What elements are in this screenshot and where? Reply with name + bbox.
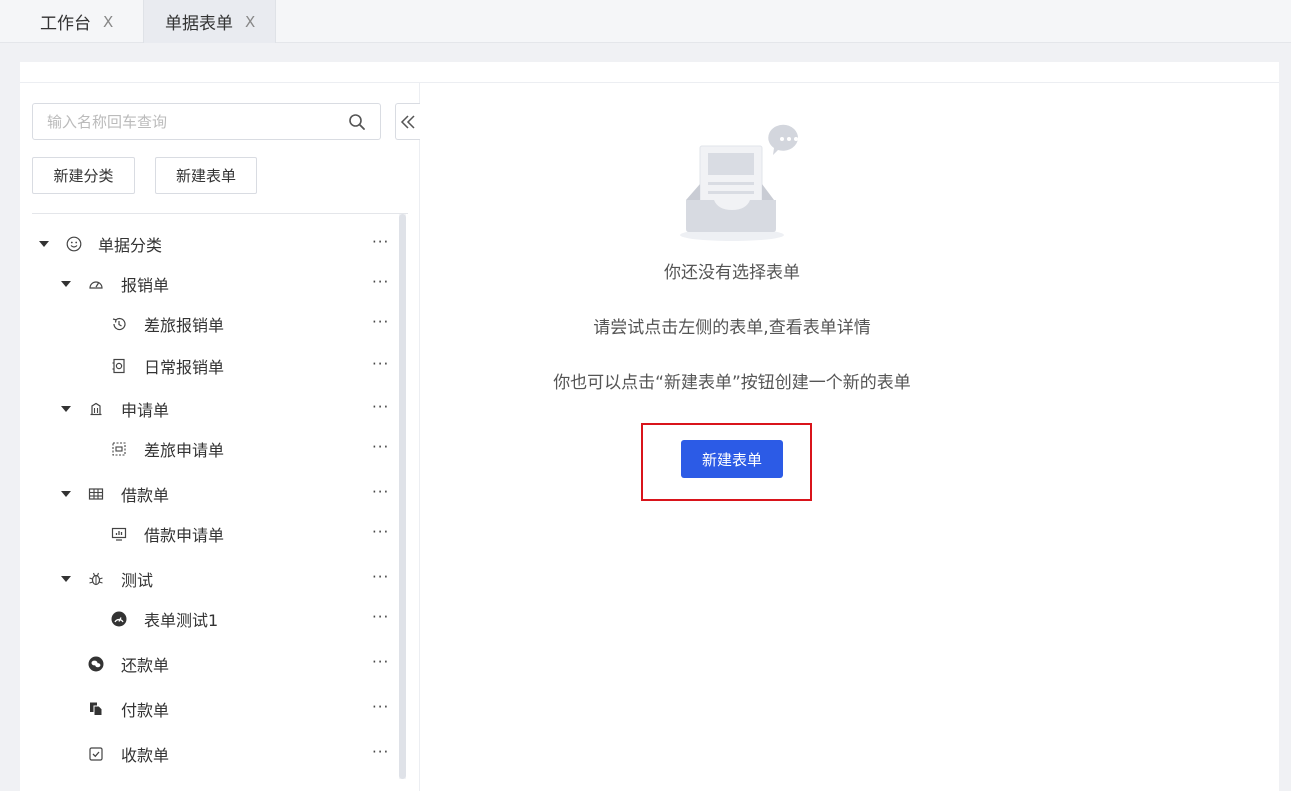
tab-label: 单据表单	[165, 14, 233, 34]
collapse-sidebar-button[interactable]	[395, 103, 420, 140]
tree-node-document-category[interactable]: 单据分类 ···	[32, 224, 396, 264]
tree-node-loan-application[interactable]: 借款申请单 ···	[32, 514, 396, 554]
tree-node-daily-reimbursement[interactable]: 日常报销单 ···	[32, 346, 396, 386]
create-form-button[interactable]: 新建表单	[681, 440, 783, 478]
bug-icon	[87, 570, 105, 588]
more-icon[interactable]: ···	[372, 654, 389, 670]
scrollbar-thumb[interactable]	[399, 214, 406, 779]
empty-title: 你还没有选择表单	[664, 263, 800, 283]
more-icon[interactable]: ···	[372, 484, 389, 500]
empty-state: 你还没有选择表单 请尝试点击左侧的表单,查看表单详情 你也可以点击“新建表单”按…	[420, 83, 1279, 791]
monitor-chart-icon	[110, 525, 128, 543]
close-icon[interactable]: X	[103, 13, 113, 31]
tree-node-label: 借款申请单	[144, 526, 225, 545]
tree-node-label: 报销单	[121, 276, 170, 295]
panel-header	[20, 62, 1279, 83]
tree-node-application[interactable]: 申请单 ···	[32, 389, 396, 429]
tree-node-label: 日常报销单	[144, 358, 225, 377]
caret-down-icon[interactable]	[61, 576, 71, 582]
tab-workbench[interactable]: 工作台 X	[20, 0, 133, 43]
close-icon[interactable]: X	[245, 13, 255, 31]
tree-node-travel-reimbursement[interactable]: 差旅报销单 ···	[32, 304, 396, 344]
new-category-button[interactable]: 新建分类	[32, 157, 135, 194]
tab-document-forms[interactable]: 单据表单 X	[143, 0, 276, 43]
more-icon[interactable]: ···	[372, 356, 389, 372]
new-form-button[interactable]: 新建表单	[155, 157, 257, 194]
tree-node-label: 借款单	[121, 486, 170, 505]
caret-down-icon[interactable]	[39, 241, 49, 247]
more-icon[interactable]: ···	[372, 439, 389, 455]
search-icon[interactable]	[348, 113, 366, 131]
tree-node-label: 测试	[121, 571, 154, 590]
more-icon[interactable]: ···	[372, 399, 389, 415]
tree-node-repayment[interactable]: 还款单 ···	[32, 644, 396, 684]
more-icon[interactable]: ···	[372, 569, 389, 585]
more-icon[interactable]: ···	[372, 699, 389, 715]
dashboard-icon	[87, 275, 105, 293]
caret-down-icon[interactable]	[61, 281, 71, 287]
empty-inbox-illustration	[680, 124, 798, 241]
tree-node-label: 申请单	[121, 401, 170, 420]
more-icon[interactable]: ···	[372, 314, 389, 330]
tree-node-label: 表单测试1	[144, 611, 219, 630]
tree-node-loan[interactable]: 借款单 ···	[32, 474, 396, 514]
caret-down-icon[interactable]	[61, 406, 71, 412]
tree-node-label: 付款单	[121, 701, 170, 720]
history-icon	[110, 315, 128, 333]
tree-node-reimbursement[interactable]: 报销单 ···	[32, 264, 396, 304]
tab-bar: 工作台 X 单据表单 X	[0, 0, 1291, 43]
double-chevron-left-icon	[400, 114, 415, 129]
more-icon[interactable]: ···	[372, 744, 389, 760]
bank-icon	[87, 400, 105, 418]
more-icon[interactable]: ···	[372, 609, 389, 625]
category-tree: 单据分类 ··· 报销单 ··· 差旅报销单 ··· 日常报销单 ··· 申请单…	[32, 214, 408, 774]
more-icon[interactable]: ···	[372, 234, 389, 250]
scan-icon	[110, 440, 128, 458]
checkbox-icon	[87, 745, 105, 763]
wechat-icon	[87, 655, 105, 673]
tree-node-travel-application[interactable]: 差旅申请单 ···	[32, 429, 396, 469]
copy-icon	[87, 700, 105, 718]
tree-node-label: 差旅报销单	[144, 316, 225, 335]
tab-label: 工作台	[40, 14, 91, 34]
tree-node-form-test-1[interactable]: 表单测试1 ···	[32, 599, 396, 639]
search-input[interactable]	[33, 104, 333, 139]
main-panel: 新建分类 新建表单 单据分类 ··· 报销单 ···	[20, 62, 1279, 791]
more-icon[interactable]: ···	[372, 524, 389, 540]
more-icon[interactable]: ···	[372, 274, 389, 290]
table-icon	[87, 485, 105, 503]
tree-node-receipt[interactable]: 收款单 ···	[32, 734, 396, 774]
smiley-icon	[65, 235, 83, 253]
tree-node-label: 单据分类	[98, 236, 163, 255]
caret-down-icon[interactable]	[61, 491, 71, 497]
empty-hint-select: 请尝试点击左侧的表单,查看表单详情	[593, 318, 871, 338]
tree-node-label: 还款单	[121, 656, 170, 675]
empty-hint-create: 你也可以点击“新建表单”按钮创建一个新的表单	[553, 373, 911, 393]
tree-node-payment[interactable]: 付款单 ···	[32, 689, 396, 729]
tree-node-label: 差旅申请单	[144, 441, 225, 460]
tree-node-label: 收款单	[121, 746, 170, 765]
dashboard-filled-icon	[110, 610, 128, 628]
search-box	[32, 103, 381, 140]
tree-node-test[interactable]: 测试 ···	[32, 559, 396, 599]
sidebar: 新建分类 新建表单 单据分类 ··· 报销单 ···	[20, 83, 420, 791]
safe-icon	[110, 357, 128, 375]
